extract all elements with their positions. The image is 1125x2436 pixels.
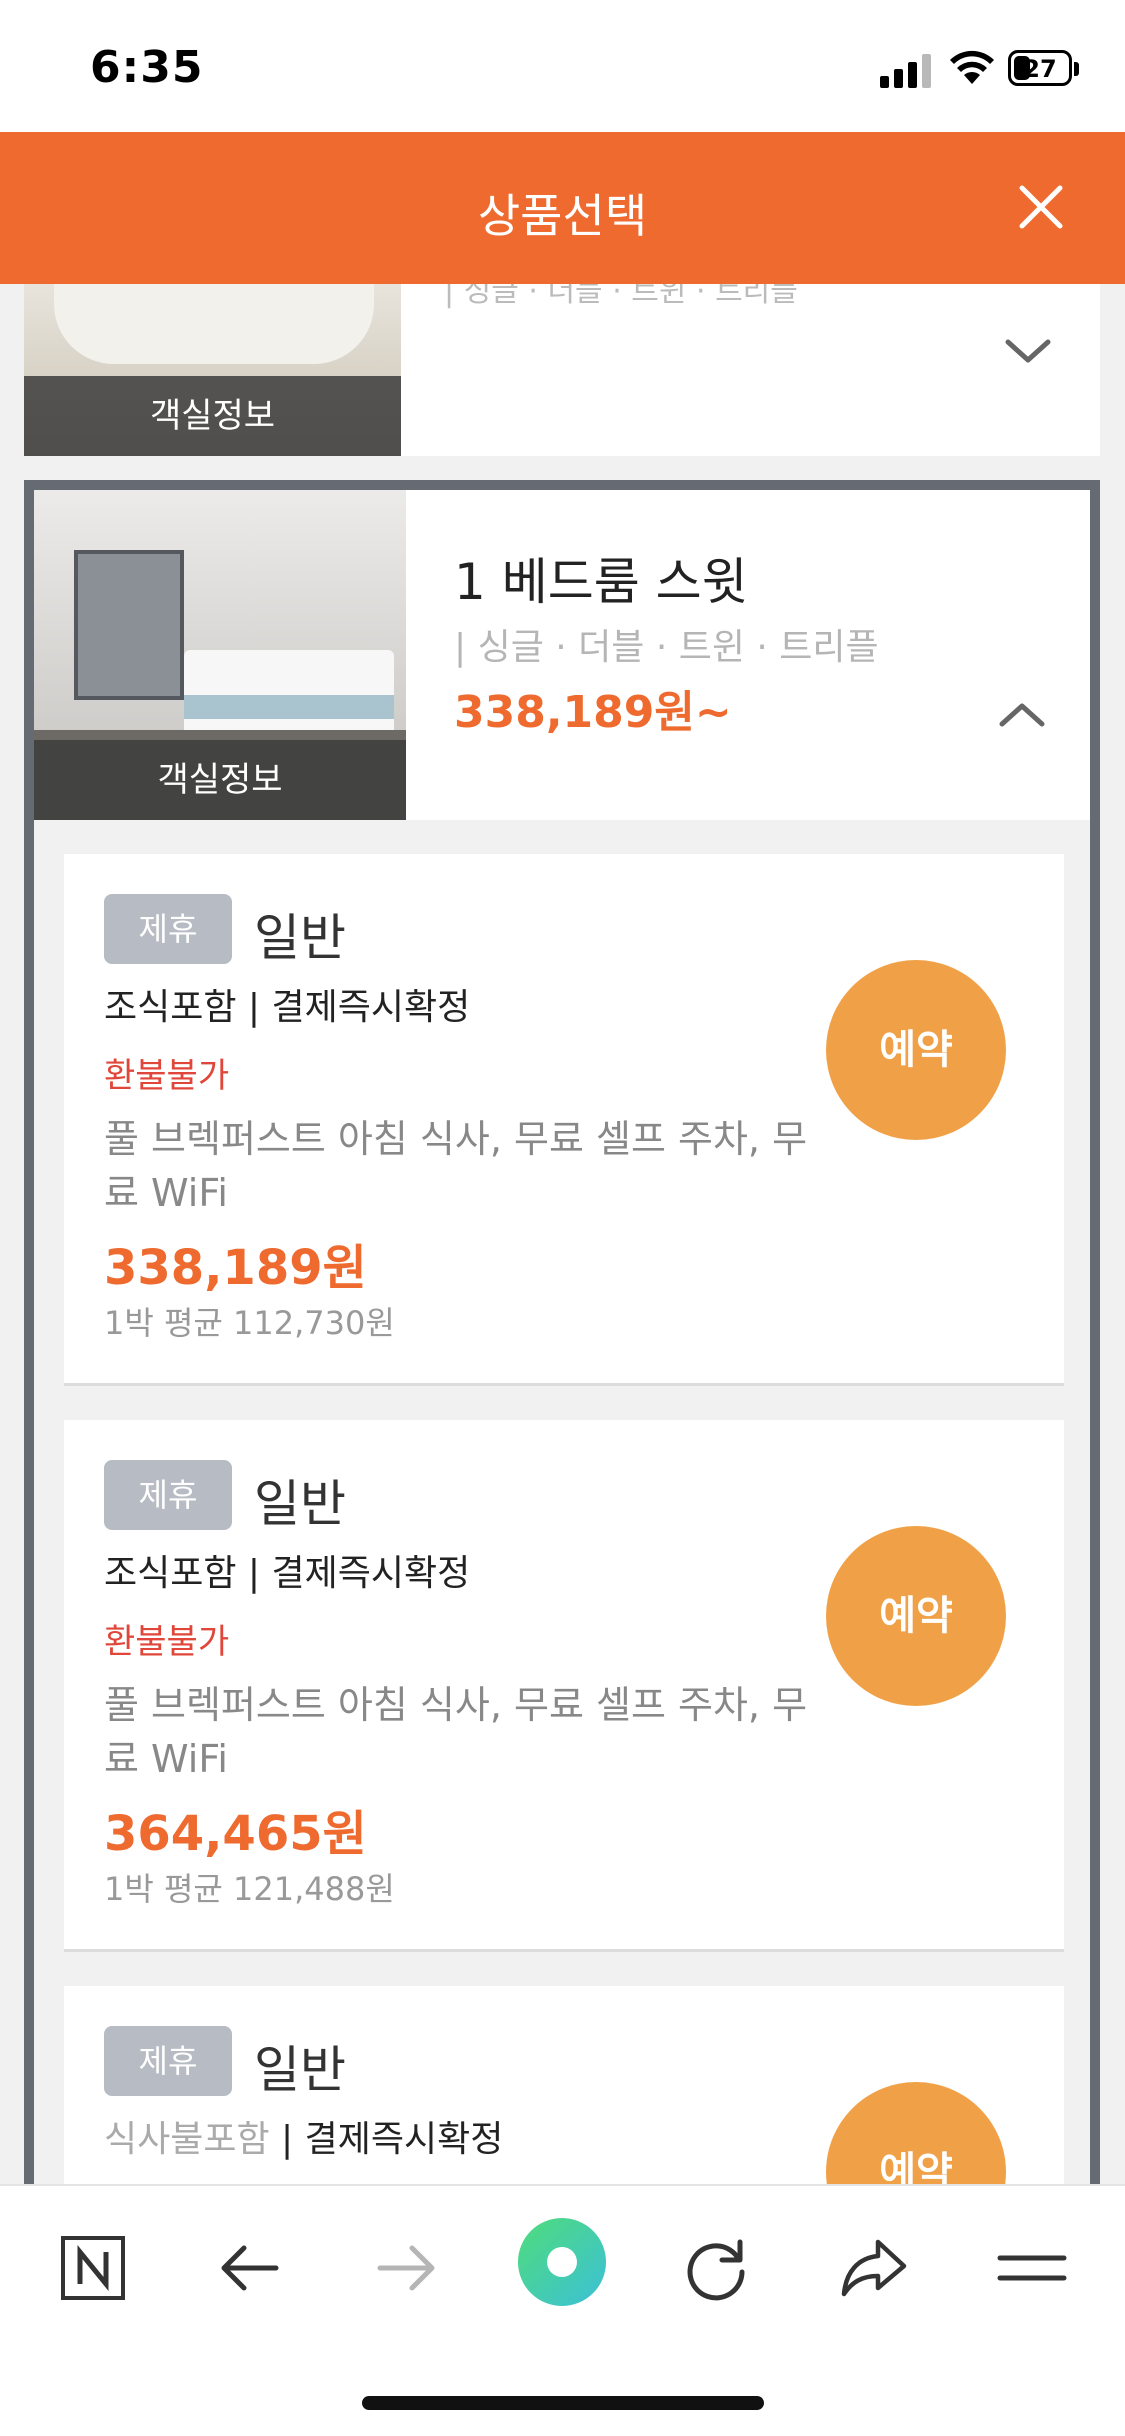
room-info-button[interactable]: 객실정보 — [24, 376, 401, 456]
book-button[interactable]: 예약 — [826, 1526, 1006, 1706]
refresh-icon[interactable] — [676, 2228, 756, 2308]
meal-option: 식사불포함 — [104, 2119, 270, 2160]
room-card-previous[interactable]: 객실정보 | 싱글 · 더블 · 트윈 · 트리플 — [24, 284, 1100, 456]
room-bed-types-cutoff: | 싱글 · 더블 · 트윈 · 트리플 — [444, 284, 798, 309]
payment-option: 결제즉시확정 — [304, 2119, 504, 2160]
chevron-down-icon[interactable] — [1000, 334, 1056, 370]
room-photo[interactable]: 객실정보 — [34, 490, 406, 820]
offer-price: 364,465원 — [104, 1806, 367, 1862]
nightly-average: 1박 평균 121,488원 — [104, 1870, 395, 1908]
offer-description: 풀 브렉퍼스트 아침 식사, 무료 셀프 주차, 무료 WiFi — [104, 1117, 808, 1215]
room-price-from: 338,189원~ — [454, 687, 732, 738]
share-icon[interactable] — [834, 2228, 914, 2308]
meal-option: 조식포함 — [104, 1553, 237, 1594]
status-time: 6:35 — [90, 42, 204, 93]
room-card-selected: 객실정보 1 베드룸 스윗 | 싱글 · 더블 · 트윈 · 트리플 338,1… — [24, 480, 1100, 2184]
nightly-average: 1박 평균 112,730원 — [104, 1304, 395, 1342]
room-list[interactable]: 객실정보 | 싱글 · 더블 · 트윈 · 트리플 객실정보 1 베드룸 스윗 … — [0, 284, 1125, 2184]
offer-card[interactable]: 제휴 일반 조식포함 | 결제즉시확정 환불불가 풀 브렉퍼스트 아침 식사, … — [64, 1420, 1064, 1952]
meal-option: 조식포함 — [104, 987, 237, 1028]
battery-cap — [1074, 62, 1079, 76]
partner-badge: 제휴 — [104, 2026, 232, 2096]
offer-conditions: 식사불포함 | 결제즉시확정 — [104, 2119, 504, 2160]
offer-type: 일반 — [254, 1475, 346, 1533]
offer-price: 338,189원 — [104, 1240, 367, 1296]
cellular-signal-icon — [880, 52, 934, 88]
book-button[interactable]: 예약 — [826, 2082, 1006, 2184]
offer-type: 일반 — [254, 2041, 346, 2099]
status-bar: 6:35 27 — [0, 0, 1125, 132]
green-dot-icon[interactable] — [514, 2214, 610, 2310]
wifi-icon — [950, 50, 994, 84]
back-arrow-icon[interactable] — [210, 2228, 290, 2308]
chevron-up-icon[interactable] — [994, 696, 1050, 732]
refund-policy: 환불불가 — [104, 1056, 230, 1096]
home-indicator — [362, 2396, 764, 2410]
page-title: 상품선택 — [477, 189, 648, 243]
room-header[interactable]: 객실정보 1 베드룸 스윗 | 싱글 · 더블 · 트윈 · 트리플 338,1… — [34, 490, 1090, 820]
room-bed-types: | 싱글 · 더블 · 트윈 · 트리플 — [454, 627, 879, 668]
offer-description: 풀 브렉퍼스트 아침 식사, 무료 셀프 주차, 무료 WiFi — [104, 1683, 808, 1781]
battery-level: 27 — [1023, 55, 1057, 83]
partner-badge: 제휴 — [104, 1460, 232, 1530]
book-button[interactable]: 예약 — [826, 960, 1006, 1140]
offer-card[interactable]: 제휴 일반 식사불포함 | 결제즉시확정 예약 — [64, 1986, 1064, 2184]
naver-home-icon[interactable] — [53, 2228, 133, 2308]
close-icon[interactable] — [1010, 176, 1072, 238]
payment-option: 결제즉시확정 — [271, 987, 471, 1028]
payment-option: 결제즉시확정 — [271, 1553, 471, 1594]
room-name: 1 베드룸 스윗 — [454, 553, 748, 611]
offer-type: 일반 — [254, 909, 346, 967]
battery-icon: 27 — [1008, 50, 1072, 86]
partner-badge: 제휴 — [104, 894, 232, 964]
menu-icon[interactable] — [992, 2228, 1072, 2308]
page-header: 상품선택 — [0, 132, 1125, 284]
refund-policy: 환불불가 — [104, 1622, 230, 1662]
room-info-button[interactable]: 객실정보 — [34, 740, 406, 820]
offer-card[interactable]: 제휴 일반 조식포함 | 결제즉시확정 환불불가 풀 브렉퍼스트 아침 식사, … — [64, 854, 1064, 1386]
app-screen: 6:35 27 상품선택 객실정보 | 싱글 · 더블 · 트윈 · 트리플 객… — [0, 0, 1125, 2436]
offer-conditions: 조식포함 | 결제즉시확정 — [104, 987, 471, 1028]
room-thumbnail[interactable]: 객실정보 — [24, 284, 401, 456]
offer-conditions: 조식포함 | 결제즉시확정 — [104, 1553, 471, 1594]
forward-arrow-icon[interactable] — [366, 2228, 446, 2308]
